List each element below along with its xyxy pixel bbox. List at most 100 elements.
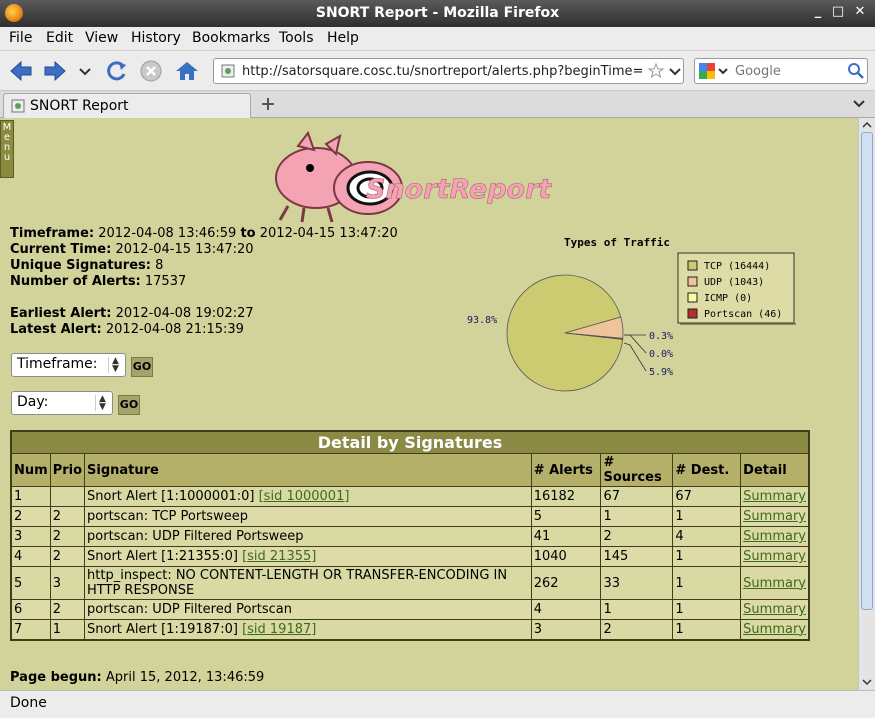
signature-text: portscan: UDP Filtered Portsweep [87, 529, 304, 544]
cell-detail: Summary [740, 566, 810, 600]
forward-button[interactable] [42, 59, 68, 83]
cell-alerts: 3 [530, 619, 602, 640]
signature-text: http_inspect: NO CONTENT-LENGTH OR TRANS… [87, 568, 508, 598]
home-icon [176, 62, 198, 80]
cell-dest: 1 [672, 566, 742, 600]
summary-link[interactable]: Summary [743, 509, 806, 524]
signature-text: portscan: TCP Portsweep [87, 509, 248, 524]
sid-link[interactable]: [sid 1000001] [259, 489, 350, 504]
menu-edit[interactable]: Edit [46, 30, 73, 46]
back-arrow-icon [10, 60, 32, 82]
logo-text: SnortReport [366, 174, 552, 205]
day-select[interactable]: Day: ▲ ▼ [11, 391, 113, 415]
cell-prio: 3 [49, 566, 86, 600]
table-row: 2 2 portscan: TCP Portsweep 5 1 1 Summary [10, 506, 810, 527]
summary-link[interactable]: Summary [743, 622, 806, 637]
menu-file[interactable]: File [9, 30, 32, 46]
sid-link[interactable]: [sid 19187] [242, 622, 316, 637]
history-dropdown-button[interactable] [76, 59, 94, 83]
menu-tools[interactable]: Tools [279, 30, 314, 46]
day-go-button[interactable]: GO [118, 395, 140, 415]
reload-icon [107, 61, 126, 81]
signature-text: Snort Alert [1:21355:0] [87, 549, 238, 564]
signature-text: Snort Alert [1:1000001:0] [87, 489, 255, 504]
tab-list-chevron-icon[interactable] [852, 97, 866, 111]
cell-prio: 2 [49, 599, 86, 620]
cell-sources: 33 [600, 566, 674, 600]
search-input[interactable] [733, 62, 843, 80]
timeframe-from: 2012-04-08 13:46:59 [98, 226, 237, 241]
menu-bookmarks[interactable]: Bookmarks [192, 30, 270, 46]
window-titlebar: SNORT Report - Mozilla Firefox _ □ ✕ [0, 0, 875, 27]
search-icon[interactable] [847, 62, 865, 80]
table-caption: Detail by Signatures [10, 430, 810, 454]
cell-detail: Summary [740, 526, 810, 547]
cell-sources: 145 [600, 546, 674, 567]
cell-signature: portscan: UDP Filtered Portscan [84, 599, 532, 620]
menu-help[interactable]: Help [327, 30, 359, 46]
menu-view[interactable]: View [85, 30, 118, 46]
summary-link[interactable]: Summary [743, 549, 806, 564]
close-button[interactable]: ✕ [852, 4, 868, 19]
traffic-pie-chart: Types of Traffic 93.8% 5.9% 0.0% 0.3% TCP (… [460, 233, 800, 408]
cell-sources: 2 [600, 619, 674, 640]
summary-link[interactable]: Summary [743, 489, 806, 504]
url-dropdown-icon[interactable] [668, 63, 682, 79]
page-icon [221, 64, 235, 78]
cell-signature: Snort Alert [1:19187:0] [sid 19187] [84, 619, 532, 640]
reload-button[interactable] [104, 59, 130, 83]
col-num-header: Num [10, 453, 51, 487]
col-prio-header: Prio [49, 453, 86, 487]
cell-alerts: 4 [530, 599, 602, 620]
legend-label-2: UDP (1043) [704, 277, 764, 288]
cell-num: 5 [10, 566, 51, 600]
col-signature-header: Signature [84, 453, 532, 487]
new-tab-icon[interactable] [260, 96, 276, 112]
cell-sources: 2 [600, 526, 674, 547]
google-icon [699, 63, 728, 79]
cell-alerts: 41 [530, 526, 602, 547]
signatures-table: Detail by Signatures Num Prio Signature … [10, 430, 810, 641]
tab-snort-report[interactable]: SNORT Report [3, 93, 251, 118]
side-menu-tab[interactable]: Menu [0, 120, 14, 178]
summary-link[interactable]: Summary [743, 602, 806, 617]
maximize-button[interactable]: □ [830, 4, 846, 19]
summary-link[interactable]: Summary [743, 576, 806, 591]
current-time-line: Current Time: 2012-04-15 13:47:20 [10, 242, 254, 257]
timeframe-go-button[interactable]: GO [131, 357, 153, 377]
page-begun-value: April 15, 2012, 13:46:59 [105, 670, 265, 685]
scrollbar-thumb[interactable] [861, 132, 873, 610]
cell-alerts: 16182 [530, 486, 602, 507]
cell-prio [49, 486, 86, 507]
back-button[interactable] [8, 59, 34, 83]
status-bar: Done [0, 690, 875, 718]
number-of-alerts-line: Number of Alerts: 17537 [10, 274, 186, 289]
cell-dest: 1 [672, 619, 742, 640]
forward-arrow-icon [44, 60, 66, 82]
cell-num: 1 [10, 486, 51, 507]
scroll-down-icon [862, 679, 872, 686]
menu-bar: File Edit View History Bookmarks Tools H… [0, 27, 875, 51]
cell-dest: 1 [672, 546, 742, 567]
pie-slices [506, 274, 624, 392]
cell-prio: 2 [49, 546, 86, 567]
navigation-toolbar: http://satorsquare.cosc.tu/snortreport/a… [0, 51, 875, 91]
page-icon [11, 99, 25, 113]
home-button[interactable] [174, 59, 200, 83]
menu-history[interactable]: History [131, 30, 181, 46]
summary-link[interactable]: Summary [743, 529, 806, 544]
cell-sources: 67 [600, 486, 674, 507]
address-bar[interactable]: http://satorsquare.cosc.tu/snortreport/a… [213, 58, 684, 84]
timeframe-select[interactable]: Timeframe: ▲ ▼ [11, 353, 126, 377]
minimize-button[interactable]: _ [810, 4, 826, 19]
number-of-alerts-value: 17537 [144, 274, 187, 289]
vertical-scrollbar[interactable] [858, 118, 875, 690]
bookmark-star-icon[interactable] [648, 63, 664, 79]
col-alerts-header: # Alerts [530, 453, 602, 487]
cell-alerts: 5 [530, 506, 602, 527]
stop-button[interactable] [139, 59, 165, 83]
cell-signature: Snort Alert [1:1000001:0] [sid 1000001] [84, 486, 532, 507]
sid-link[interactable]: [sid 21355] [242, 549, 316, 564]
cell-num: 7 [10, 619, 51, 640]
search-box[interactable] [694, 58, 868, 84]
